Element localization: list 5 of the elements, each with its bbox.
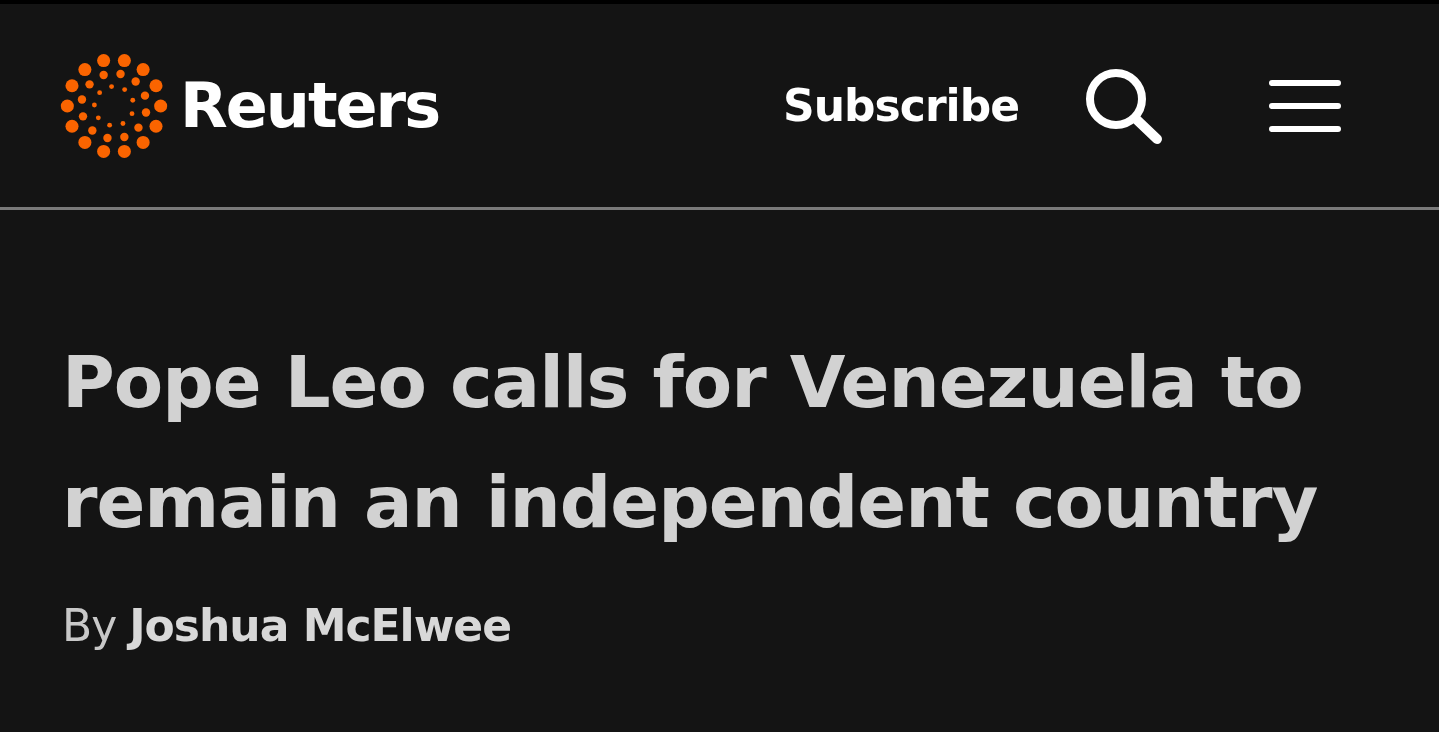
byline: By Joshua McElwee [62,600,512,651]
menu-icon[interactable] [1269,78,1341,133]
subscribe-button[interactable]: Subscribe [783,80,1019,131]
headline: Pope Leo calls for Venezuela to remain an independent country [62,339,1319,546]
brand-name[interactable]: Reuters [180,69,440,142]
